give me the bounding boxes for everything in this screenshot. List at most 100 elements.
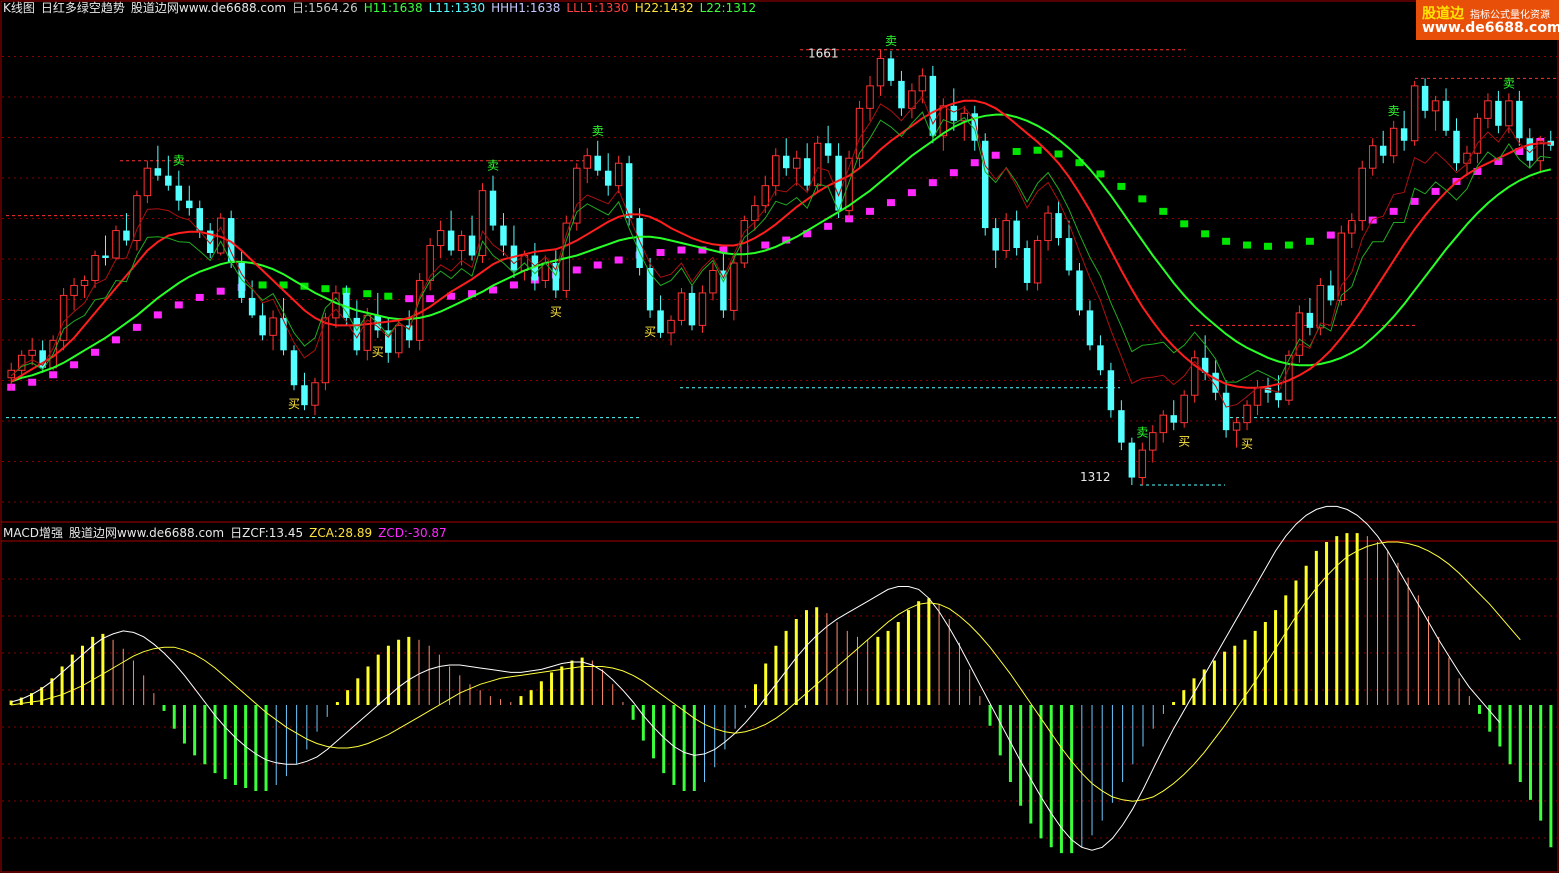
candle-body-up: [91, 255, 99, 281]
moving-averages: [10, 96, 1552, 408]
candle-body-up: [1253, 387, 1262, 406]
trend-block: [656, 249, 665, 257]
chart-title[interactable]: K线图: [3, 1, 35, 15]
candle-body-up: [70, 284, 78, 296]
brand-logo[interactable]: 股道边 指标公式量化资源 www.de6688.com: [1416, 0, 1559, 40]
trend-block: [384, 292, 393, 300]
candle-body-down: [835, 155, 842, 211]
candle-body-up: [677, 292, 686, 321]
candle-body-down: [301, 385, 308, 406]
trend-block: [866, 207, 875, 215]
candle-body-up: [1389, 127, 1398, 157]
candle-body-down: [489, 190, 497, 226]
candle-body-down: [594, 155, 601, 171]
candle-body-down: [500, 225, 507, 246]
candle-body-down: [803, 158, 811, 186]
trend-block: [509, 281, 518, 289]
candle-body-down: [657, 310, 664, 333]
candle-body-up: [332, 292, 340, 319]
macd-histogram[interactable]: [9, 533, 1553, 854]
candle-body-up: [1243, 404, 1251, 424]
candle-body-down: [154, 168, 162, 176]
candle-body-up: [1410, 85, 1419, 142]
candle-body-up: [583, 155, 591, 169]
indicator-name[interactable]: 日红多绿空趋势: [41, 1, 125, 15]
candle-body-down: [468, 235, 476, 256]
candle-body-up: [1337, 232, 1346, 301]
zcd-value: ZCD:-30.87: [378, 526, 447, 540]
candle-body-up: [1180, 394, 1188, 424]
sell-signal-label: 卖: [487, 159, 499, 173]
candle-body-up: [143, 167, 152, 197]
candle-body-up: [478, 190, 487, 257]
candle-body-down: [636, 218, 643, 268]
candle-body-down: [950, 105, 958, 121]
ma-fast-green-line: [10, 111, 1551, 383]
trend-block: [426, 295, 435, 303]
candle-body-down: [1516, 100, 1523, 139]
candle-body-down: [1379, 145, 1387, 156]
trend-block: [195, 293, 204, 301]
candle-body-down: [1076, 270, 1083, 311]
hhh1-value: HHH1:1638: [491, 1, 561, 15]
lll1-value: LLL1:1330: [566, 1, 629, 15]
candlesticks[interactable]: [7, 49, 1555, 486]
logo-url: www.de6688.com: [1422, 20, 1559, 36]
trend-block: [174, 301, 183, 309]
candle-body-up: [1484, 100, 1492, 119]
logo-text-sub: 指标公式量化资源: [1470, 10, 1550, 21]
chart-canvas: 买买买买买 买卖 卖卖卖卖卖卖16611312: [0, 0, 1559, 873]
candle-body-up: [311, 382, 319, 406]
candle-body-up: [1463, 152, 1471, 164]
macd-source: 股道边网www.de6688.com: [68, 526, 225, 540]
trend-block: [1096, 170, 1105, 178]
trend-block: [1222, 237, 1231, 245]
trend-block: [761, 241, 770, 249]
candle-body-down: [1170, 415, 1177, 423]
buy-signal-label: 买: [644, 325, 656, 339]
candle-body-up: [80, 279, 89, 286]
candle-body-down: [447, 230, 455, 251]
candle-body-down: [1421, 85, 1429, 111]
candle-body-up: [730, 262, 738, 311]
candle-body-down: [1442, 100, 1450, 131]
candle-body-up: [667, 319, 675, 334]
candle-body-down: [248, 297, 256, 316]
candle-body-down: [992, 228, 999, 251]
low-price-label: 1312: [1080, 470, 1111, 484]
trend-block: [1117, 182, 1126, 190]
candle-body-down: [175, 185, 183, 201]
trend-block: [1159, 207, 1168, 215]
candle-body-down: [186, 200, 193, 209]
trend-block: [572, 266, 581, 274]
sell-signal-label: 卖: [592, 124, 604, 138]
candle-body-down: [604, 170, 612, 186]
candle-body-down: [824, 143, 832, 156]
trend-block: [1431, 187, 1440, 195]
candle-body-down: [1275, 392, 1282, 401]
trend-block: [824, 222, 833, 230]
candle-body-up: [772, 155, 780, 187]
trend-block: [70, 361, 79, 369]
trend-block: [1305, 237, 1314, 245]
candle-body-up: [1149, 432, 1157, 451]
candle-body-down: [1023, 248, 1031, 283]
candle-body-up: [394, 324, 403, 354]
candle-body-up: [1368, 145, 1377, 169]
candle-body-down: [165, 175, 172, 186]
trend-block: [28, 378, 37, 386]
trend-block: [363, 290, 372, 298]
macd-title[interactable]: MACD增强: [3, 526, 63, 540]
buy-signal-label: 买: [1241, 437, 1253, 451]
trend-block: [1054, 150, 1063, 158]
trend-block: [1389, 207, 1398, 215]
trend-block: [1012, 147, 1021, 155]
candle-body-up: [28, 349, 36, 356]
h11-value: H11:1638: [363, 1, 423, 15]
candle-body-down: [1107, 370, 1115, 411]
candle-body-up: [1159, 414, 1168, 434]
candle-body-up: [1505, 100, 1513, 127]
candle-body-up: [813, 142, 822, 187]
trend-block: [886, 199, 895, 207]
candle-body-down: [1306, 312, 1314, 328]
